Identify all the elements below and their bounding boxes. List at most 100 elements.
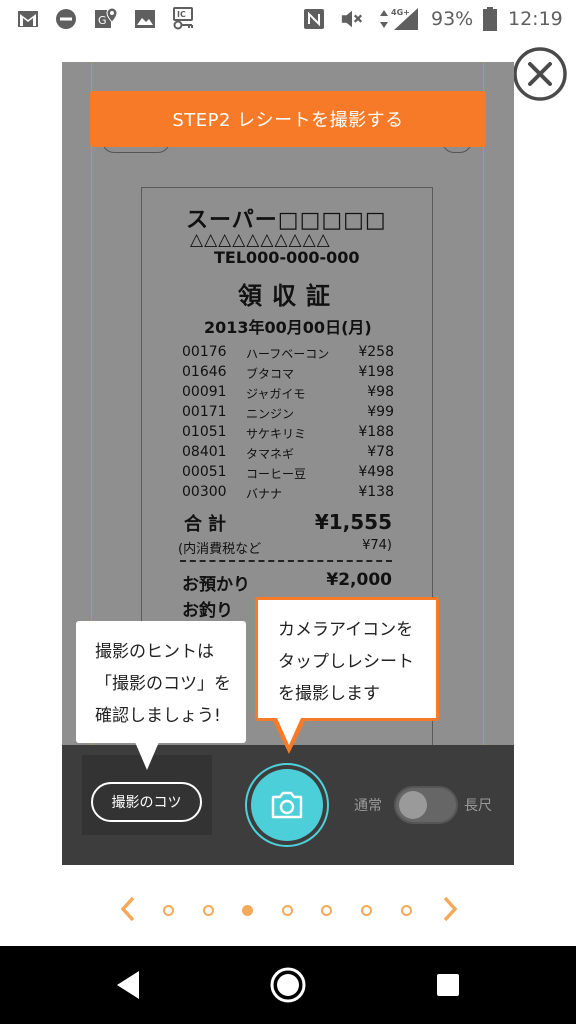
hint-line: 撮影のヒントは <box>95 642 214 662</box>
right-guide-line <box>483 62 484 752</box>
item-price: ¥258 <box>358 344 394 360</box>
item-name: ニンジン <box>246 407 295 421</box>
receipt-date: 2013年00月00日(月) <box>204 318 372 337</box>
camera-hint-line: タップしレシート <box>278 652 414 672</box>
toggle-knob <box>399 791 427 819</box>
home-icon <box>270 967 306 1003</box>
length-mode-toggle[interactable] <box>394 786 458 824</box>
receipt-item: 00176 ハーフベーコン ¥258 <box>182 344 394 364</box>
receipt-address: △△△△△△△△△△ <box>190 230 331 250</box>
camera-icon <box>271 791 303 819</box>
shooting-tips-button[interactable]: 撮影のコツ <box>91 782 202 822</box>
page-dot[interactable] <box>321 905 332 916</box>
receipt-tax-value: ¥74) <box>362 538 392 553</box>
receipt-item: 00091 ジャガイモ ¥98 <box>182 384 394 404</box>
receipt-deposit-value: ¥2,000 <box>326 570 392 590</box>
back-icon <box>117 971 139 999</box>
gmail-icon <box>16 7 40 31</box>
camera-hint-line: カメラアイコンを <box>278 620 414 640</box>
svg-text:G: G <box>98 14 107 27</box>
receipt-item: 01646 ブタコマ ¥198 <box>182 364 394 384</box>
close-circle-icon <box>513 47 567 101</box>
receipt-item: 01051 サケキリミ ¥188 <box>182 424 394 444</box>
receipt-item: 08401 タマネギ ¥78 <box>182 444 394 464</box>
receipt-total-value: ¥1,555 <box>314 510 392 534</box>
nfc-icon <box>302 7 326 31</box>
item-name: ブタコマ <box>246 367 295 381</box>
svg-text:IC: IC <box>177 10 186 19</box>
mode-long-label: 長尺 <box>464 798 492 814</box>
step-banner: STEP2 レシートを撮影する <box>90 91 486 147</box>
item-name: サケキリミ <box>246 427 307 441</box>
google-maps-icon: G <box>94 7 118 31</box>
item-price: ¥138 <box>358 484 394 500</box>
hint-line: 「撮影のコツ」を <box>95 674 231 694</box>
recents-icon <box>437 974 459 996</box>
item-price: ¥99 <box>367 404 394 420</box>
back-button[interactable] <box>108 965 148 1005</box>
receipt-deposit-label: お預かり <box>182 575 250 595</box>
page-dot[interactable] <box>203 905 214 916</box>
receipt-total-label: 合計 <box>184 514 232 535</box>
item-code: 08401 <box>182 444 227 460</box>
signal-4g-icon: 4G+ <box>378 7 422 31</box>
receipt-title: 領収証 <box>238 282 340 310</box>
battery-icon <box>478 7 502 31</box>
receipt-divider <box>180 560 392 562</box>
clock: 12:19 <box>508 8 563 30</box>
tutorial-pager <box>0 888 576 932</box>
home-button[interactable] <box>268 965 308 1005</box>
tips-hint-bubble: 撮影のヒントは 「撮影のコツ」を 確認しましょう! <box>76 621 246 743</box>
item-price: ¥188 <box>358 424 394 440</box>
item-code: 00171 <box>182 404 227 420</box>
recents-button[interactable] <box>428 965 468 1005</box>
item-name: バナナ <box>246 487 283 501</box>
camera-hint-bubble: カメラアイコンを タップしレシート を撮影します <box>255 597 439 721</box>
receipt-item: 00171 ニンジン ¥99 <box>182 404 394 424</box>
previous-page-button[interactable] <box>116 894 142 924</box>
system-nav-bar <box>0 946 576 1024</box>
item-code: 00300 <box>182 484 227 500</box>
item-code: 01646 <box>182 364 227 380</box>
battery-percent: 93% <box>431 8 474 30</box>
item-price: ¥98 <box>367 384 394 400</box>
item-name: ハーフベーコン <box>246 347 330 361</box>
item-name: コーヒー豆 <box>246 467 307 481</box>
do-not-disturb-icon <box>54 7 78 31</box>
item-price: ¥78 <box>367 444 394 460</box>
receipt-item: 00300 バナナ ¥138 <box>182 484 394 504</box>
receipt-change-label: お釣り <box>182 601 233 621</box>
item-code: 00091 <box>182 384 227 400</box>
camera-control-bar: 撮影のコツ 通常 長尺 <box>62 745 514 865</box>
camera-bubble-tail-fill <box>277 718 301 745</box>
camera-shutter-button[interactable] <box>251 769 323 841</box>
page-dot[interactable] <box>163 905 174 916</box>
receipt-item: 00051 コーヒー豆 ¥498 <box>182 464 394 484</box>
page-dot[interactable] <box>401 905 412 916</box>
item-price: ¥198 <box>358 364 394 380</box>
mute-icon <box>340 7 364 31</box>
receipt-tax-label: (内消費税など <box>178 542 262 557</box>
item-code: 00176 <box>182 344 227 360</box>
camera-hint-line: を撮影します <box>278 684 380 704</box>
hint-line: 確認しましょう! <box>95 706 221 726</box>
status-bar: G IC 4G+ 93% 12:19 <box>0 0 576 38</box>
gallery-icon <box>133 7 157 31</box>
page-dot[interactable] <box>361 905 372 916</box>
receipt-tel: TEL000-000-000 <box>214 248 360 267</box>
chevron-left-icon <box>120 896 135 922</box>
svg-text:4G+: 4G+ <box>391 8 410 17</box>
chevron-right-icon <box>443 896 458 922</box>
close-button[interactable] <box>512 46 568 102</box>
item-code: 00051 <box>182 464 227 480</box>
ic-card-key-icon: IC <box>172 7 196 31</box>
mode-normal-label: 通常 <box>354 798 382 814</box>
item-code: 01051 <box>182 424 227 440</box>
item-price: ¥498 <box>358 464 394 480</box>
next-page-button[interactable] <box>436 894 462 924</box>
item-name: ジャガイモ <box>246 387 306 401</box>
page-dot-active[interactable] <box>242 905 253 916</box>
item-name: タマネギ <box>246 447 295 461</box>
hint-bubble-tail <box>135 742 159 770</box>
page-dot[interactable] <box>282 905 293 916</box>
